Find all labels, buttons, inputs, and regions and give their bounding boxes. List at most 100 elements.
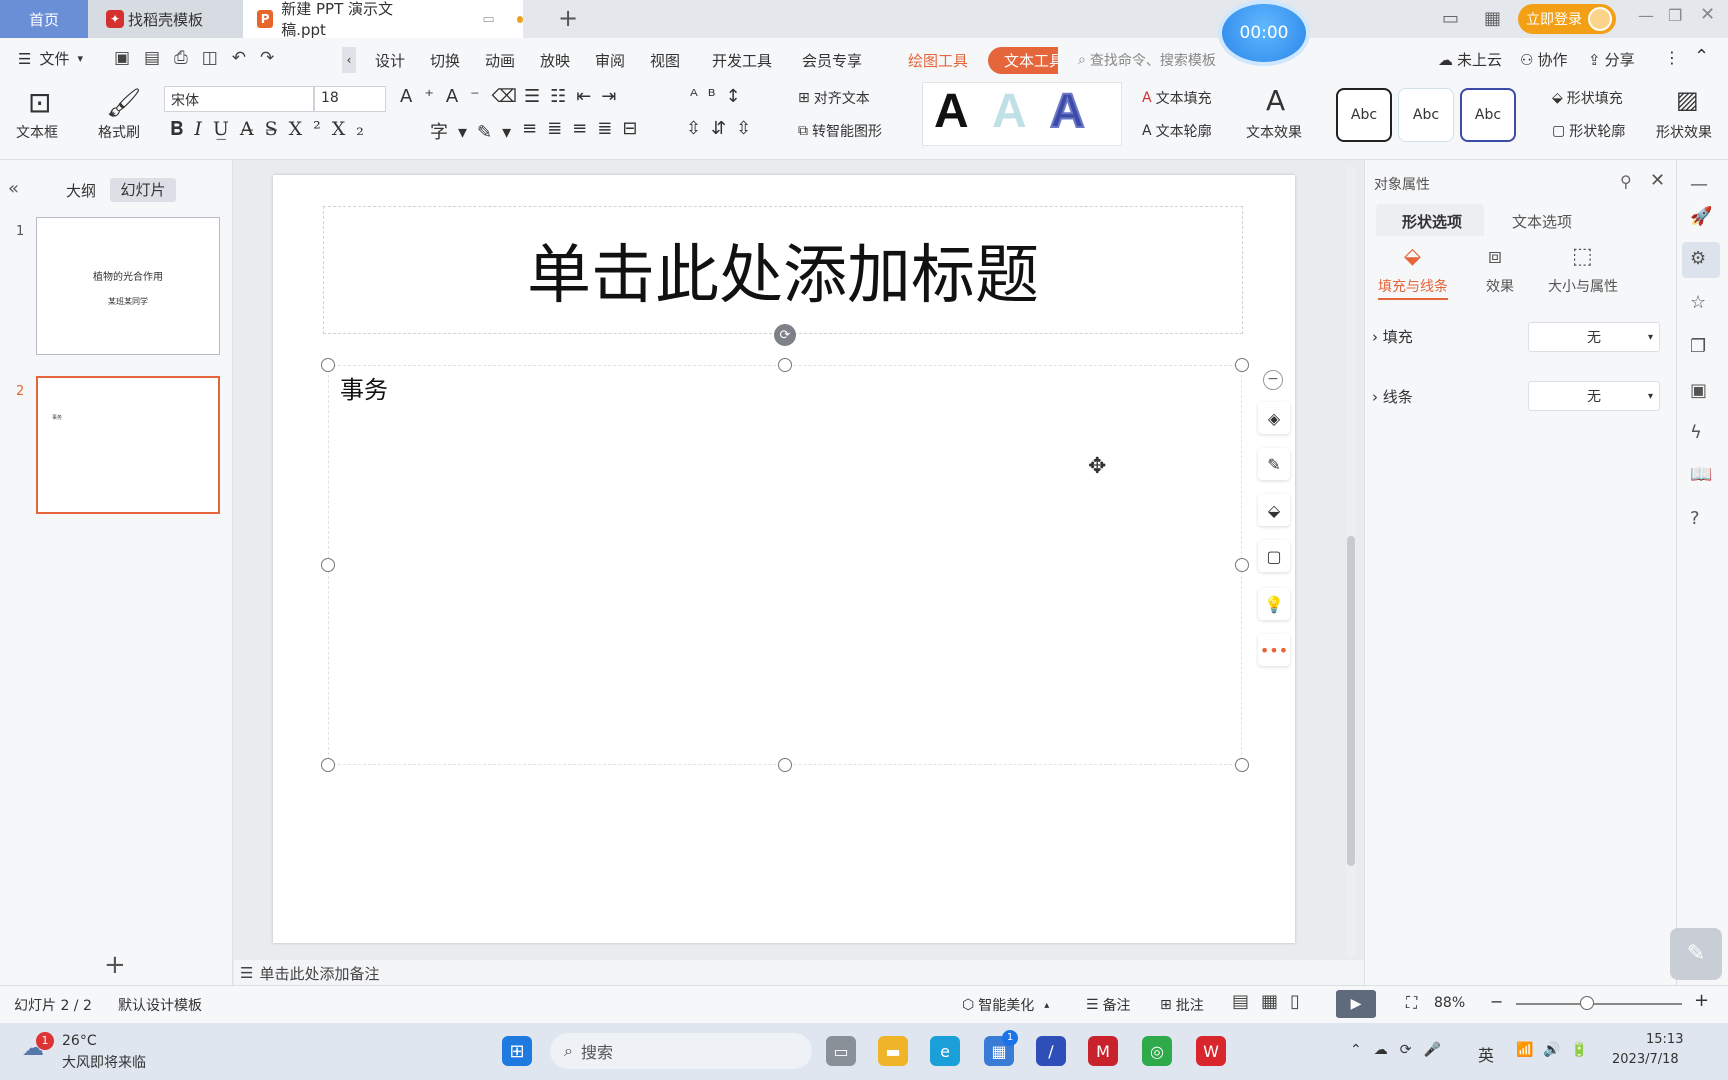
wordart-style-blue[interactable]: A bbox=[1049, 84, 1086, 139]
effect-icon[interactable]: ⧈ bbox=[1488, 244, 1502, 269]
view-mode-icons[interactable]: ▤▦▯ bbox=[1232, 991, 1312, 1012]
line-spacing-icons[interactable]: ⇳⇵⇳ bbox=[686, 118, 761, 139]
tab-template[interactable]: ✦ 找稻壳模板 bbox=[88, 0, 243, 38]
font-name-select[interactable]: 宋体 bbox=[164, 86, 314, 112]
shape-style-2[interactable]: Abc bbox=[1398, 88, 1454, 142]
fill-section[interactable]: › 填充 bbox=[1372, 326, 1413, 347]
border-icon[interactable]: ▢ bbox=[1258, 540, 1290, 572]
textbox-button[interactable]: 文本框 bbox=[16, 122, 58, 142]
close-window-icon[interactable]: ✕ bbox=[1700, 4, 1715, 25]
present-icon[interactable]: ▭ bbox=[482, 12, 494, 27]
fill-select[interactable]: 无 ▾ bbox=[1528, 322, 1660, 352]
resize-handle[interactable] bbox=[1235, 558, 1249, 572]
format-painter-button[interactable]: 格式刷 bbox=[98, 122, 140, 142]
font-size-select[interactable]: 18 bbox=[314, 86, 386, 112]
tab-member[interactable]: 会员专享 bbox=[802, 50, 862, 71]
shape-fill-button[interactable]: ⬙ 形状填充 bbox=[1552, 88, 1623, 108]
file-explorer-icon[interactable]: ▬ bbox=[878, 1036, 908, 1066]
share-button[interactable]: ⇪ 分享 bbox=[1588, 49, 1635, 70]
cloud-status[interactable]: ☁ 未上云 bbox=[1438, 49, 1502, 70]
add-slide-button[interactable]: + bbox=[104, 950, 126, 980]
zoom-level[interactable]: 88% bbox=[1434, 995, 1465, 1011]
resize-handle[interactable] bbox=[321, 358, 335, 372]
minimize-icon[interactable]: — bbox=[1638, 6, 1654, 25]
file-menu[interactable]: ☰ 文件 ▾ bbox=[18, 48, 83, 69]
tab-animation[interactable]: 动画 bbox=[485, 50, 515, 71]
tab-slideshow[interactable]: 放映 bbox=[540, 50, 570, 71]
tab-developer[interactable]: 开发工具 bbox=[712, 50, 772, 71]
resize-handle[interactable] bbox=[321, 758, 335, 772]
vertical-scrollbar[interactable] bbox=[1346, 166, 1356, 956]
layers-icon[interactable]: ◈ bbox=[1258, 402, 1290, 434]
font-grow-shrink-icons[interactable]: A⁺A⁻⌫ bbox=[400, 86, 529, 107]
mcafee-icon[interactable]: M bbox=[1088, 1036, 1118, 1066]
scrollbar-thumb[interactable] bbox=[1347, 536, 1355, 866]
timer-badge[interactable]: 00:00 bbox=[1222, 4, 1306, 62]
shape-outline-button[interactable]: ▢ 形状轮廓 bbox=[1552, 121, 1625, 141]
play-icon[interactable]: ▶ bbox=[1336, 990, 1376, 1018]
clock-time[interactable]: 15:13 bbox=[1646, 1032, 1683, 1047]
line-select[interactable]: 无 ▾ bbox=[1528, 381, 1660, 411]
shape-effect-button[interactable]: 形状效果 bbox=[1656, 122, 1716, 142]
shape-style-3[interactable]: Abc bbox=[1460, 88, 1516, 142]
comment-button[interactable]: ⊞ 批注 bbox=[1160, 995, 1204, 1015]
window-layout-icon[interactable]: ▭ bbox=[1442, 8, 1459, 29]
subtab-size[interactable]: 大小与属性 bbox=[1548, 276, 1618, 296]
tab-home[interactable]: 首页 bbox=[0, 0, 88, 38]
resize-handle[interactable] bbox=[1235, 758, 1249, 772]
collab-button[interactable]: ⚇ 协作 bbox=[1520, 49, 1567, 70]
template-name[interactable]: 默认设计模板 bbox=[118, 995, 202, 1015]
tab-document[interactable]: P 新建 PPT 演示文稿.ppt ▭ bbox=[243, 0, 523, 39]
list-indent-icons[interactable]: ☰☷⇤⇥ bbox=[524, 86, 626, 107]
resize-handle[interactable] bbox=[778, 758, 792, 772]
apps-grid-icon[interactable]: ▦ bbox=[1484, 8, 1501, 29]
resize-handle[interactable] bbox=[778, 358, 792, 372]
tab-draw-tool[interactable]: 绘图工具 bbox=[908, 50, 968, 71]
text-outline-button[interactable]: A 文本轮廓 bbox=[1142, 121, 1212, 141]
align-text-button[interactable]: ⊞ 对齐文本 bbox=[798, 88, 870, 108]
wordart-style-light[interactable]: A bbox=[992, 84, 1027, 139]
new-tab-button[interactable]: + bbox=[558, 4, 578, 32]
tab-slides[interactable]: 幻灯片 bbox=[110, 178, 176, 202]
slide-thumbnail-2[interactable]: 事务 bbox=[36, 376, 220, 514]
collapse-ribbon-icon[interactable]: ⌃ bbox=[1694, 46, 1709, 67]
tab-text-options[interactable]: 文本选项 bbox=[1512, 211, 1572, 232]
fill-icon[interactable]: ⬙ bbox=[1258, 494, 1290, 526]
body-placeholder[interactable] bbox=[328, 365, 1242, 765]
tab-review[interactable]: 审阅 bbox=[595, 50, 625, 71]
tab-text-tool[interactable]: 文本工具 bbox=[988, 47, 1058, 74]
window-icon[interactable]: ❐ bbox=[1690, 336, 1706, 357]
star-icon[interactable]: ☆ bbox=[1690, 292, 1706, 313]
resize-handle[interactable] bbox=[1235, 358, 1249, 372]
minus-circle-icon[interactable]: − bbox=[1263, 370, 1283, 390]
edge-icon[interactable]: e bbox=[930, 1036, 960, 1066]
title-placeholder[interactable]: 单击此处添加标题 bbox=[323, 206, 1243, 334]
pin-icon[interactable]: ⚲ bbox=[1620, 172, 1632, 191]
slide-thumbnail-1[interactable]: 植物的光合作用 某班某同学 bbox=[36, 217, 220, 355]
text-effect-icon[interactable]: A bbox=[1266, 84, 1285, 117]
fill-line-icon[interactable]: ⬙ bbox=[1404, 244, 1421, 269]
scroll-left-icon[interactable]: ‹ bbox=[342, 47, 356, 73]
image-icon[interactable]: ▣ bbox=[1690, 380, 1707, 401]
shape-effect-icon[interactable]: ▨ bbox=[1676, 86, 1699, 114]
collapse-pane-icon[interactable]: « bbox=[8, 178, 19, 199]
text-effect-button[interactable]: 文本效果 bbox=[1246, 122, 1302, 142]
taskbar-search[interactable]: ⌕ 搜索 bbox=[550, 1033, 812, 1069]
close-panel-icon[interactable]: ✕ bbox=[1650, 170, 1665, 191]
help-icon[interactable]: ? bbox=[1690, 508, 1700, 529]
zoom-slider[interactable] bbox=[1516, 1003, 1682, 1005]
app-icon[interactable]: ∕ bbox=[1036, 1036, 1066, 1066]
body-text[interactable]: 事务 bbox=[340, 370, 388, 405]
tab-transition[interactable]: 切换 bbox=[430, 50, 460, 71]
phonetic-highlight-icons[interactable]: 字▾✎▾ bbox=[430, 118, 521, 144]
subtab-fill-line[interactable]: 填充与线条 bbox=[1378, 276, 1448, 300]
zoom-in-icon[interactable]: + bbox=[1694, 990, 1709, 1011]
size-icon[interactable]: ⬚ bbox=[1572, 244, 1593, 269]
browser-icon[interactable]: ◎ bbox=[1142, 1036, 1172, 1066]
notes-button[interactable]: ☰ 备注 bbox=[1086, 995, 1131, 1015]
resize-handle[interactable] bbox=[321, 558, 335, 572]
tab-shape-options[interactable]: 形状选项 bbox=[1402, 211, 1462, 232]
tab-view[interactable]: 视图 bbox=[650, 50, 680, 71]
quick-access-icons[interactable]: ▣▤⎙◫↶↷ bbox=[114, 48, 288, 68]
notes-bar[interactable]: ☰ 单击此处添加备注 bbox=[234, 960, 1364, 986]
